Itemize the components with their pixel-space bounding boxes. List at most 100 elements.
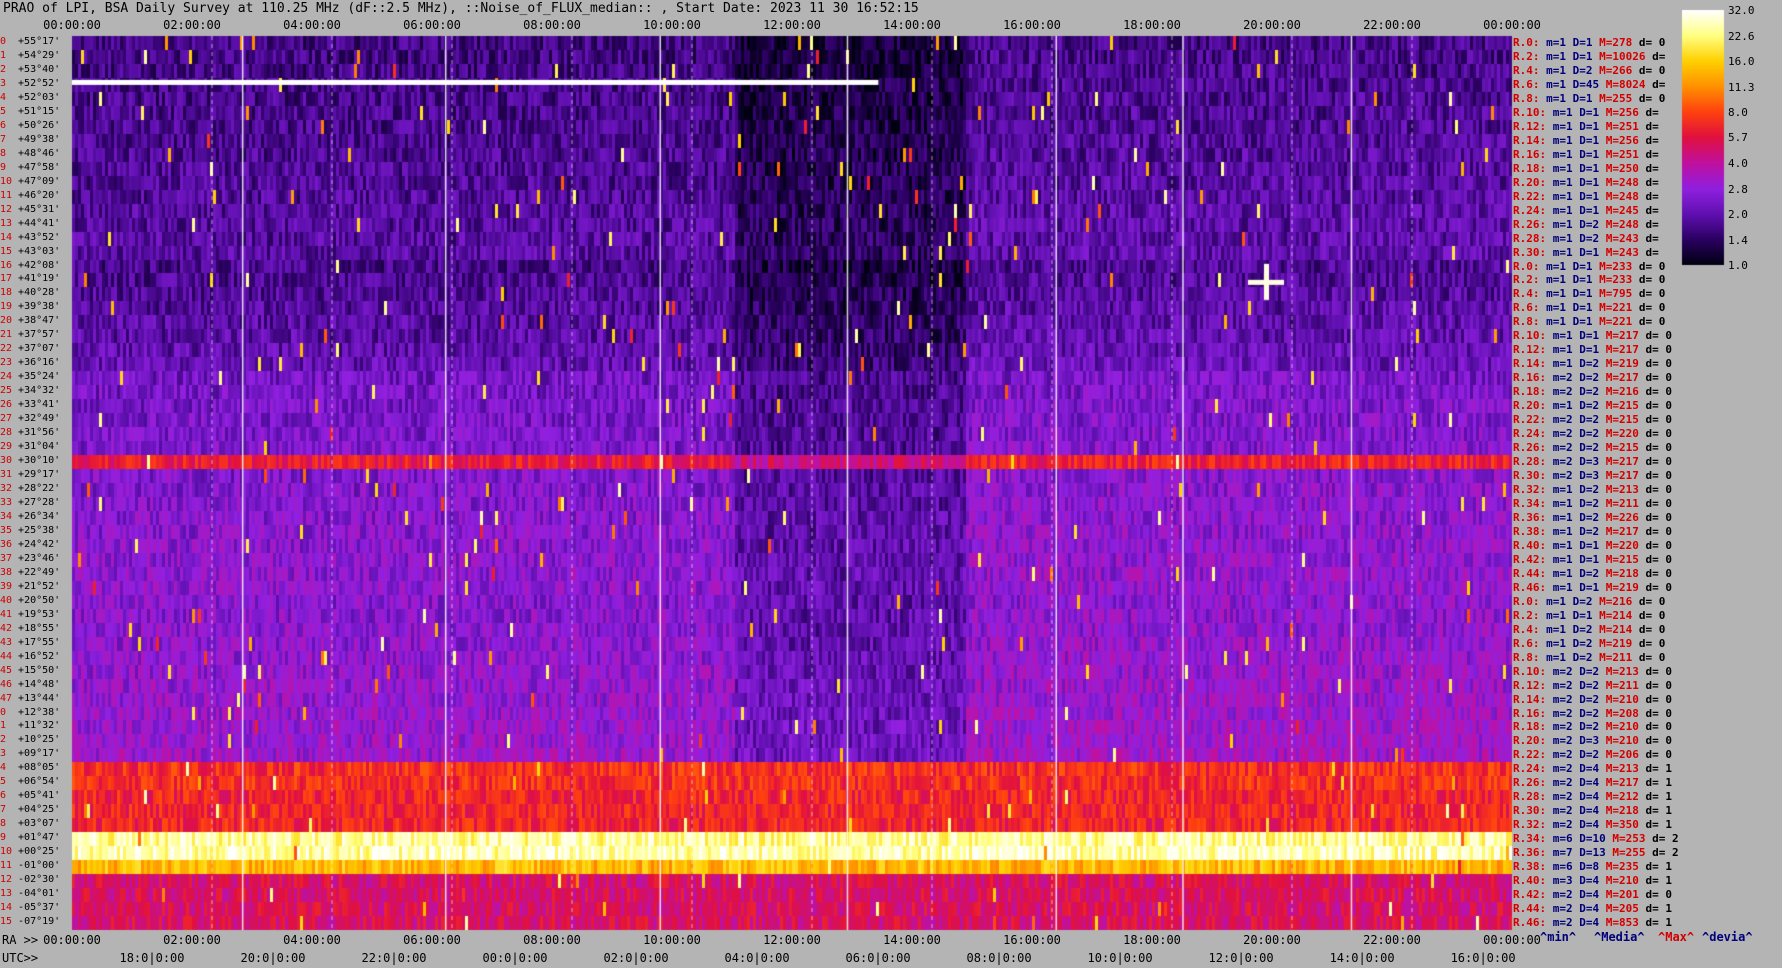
row-stat-m: m=6	[1552, 860, 1580, 874]
y-label-dec: +51°15'	[18, 105, 61, 117]
row-stat-d: D=1	[1579, 245, 1606, 259]
row-stat-r: R.34:	[1513, 832, 1553, 846]
y-label: 24 +35°24'	[0, 372, 60, 382]
row-stat-m: m=1	[1546, 273, 1573, 287]
row-stat-r: R.2:	[1513, 49, 1547, 63]
row-stat-m: m=2	[1552, 916, 1580, 930]
row-stat-v: d= 0	[1645, 483, 1673, 496]
y-label-index: 28	[0, 427, 13, 439]
row-stat-h: M=251	[1605, 147, 1646, 161]
y-label-index: 6	[0, 119, 7, 131]
y-label-index: 45	[0, 664, 13, 676]
x-top-tick: 22:00:00	[1363, 18, 1421, 32]
row-stat-r: R.38:	[1513, 524, 1553, 538]
row-stat: R.34: m=6 D=10 M=253 d= 2	[1513, 833, 1679, 844]
row-stat-v: d= 0	[1638, 91, 1666, 105]
row-stat-d: D=1	[1579, 538, 1606, 552]
row-stat: R.24: m=2 D=4 M=213 d= 1	[1513, 763, 1672, 774]
row-stat-h: M=245	[1605, 203, 1646, 217]
y-label: 4 +52°03'	[0, 92, 60, 103]
row-stat-v: d= 1	[1645, 804, 1673, 818]
row-stat-d: D=2	[1579, 231, 1606, 245]
row-stat-r: R.26:	[1513, 441, 1553, 455]
row-stat: R.4: m=1 D=2 M=214 d= 0	[1513, 624, 1665, 635]
row-stat-v: d= 2	[1652, 832, 1679, 846]
utc-tick: 02:0|0:00	[603, 951, 669, 965]
y-label-dec: +39°38'	[18, 301, 61, 313]
row-stat-h: M=255	[1599, 91, 1639, 105]
y-label-index: 7	[0, 133, 7, 145]
row-stat-d: D=4	[1579, 902, 1606, 916]
row-stat: R.28: m=2 D=3 M=217 d= 0	[1513, 456, 1672, 467]
x-top-tick: 00:00:00	[43, 18, 101, 32]
row-stat-r: R.0:	[1513, 36, 1547, 49]
y-label-dec: +15°50'	[18, 664, 61, 676]
y-label-index: 4	[0, 762, 7, 774]
ra-tick: 02:00:00	[163, 933, 221, 947]
y-label: 7 +49°38'	[0, 133, 60, 145]
row-stat-h: M=217	[1605, 343, 1646, 357]
row-stat-d: D=1	[1579, 580, 1606, 594]
row-stat-h: M=213	[1605, 483, 1646, 496]
row-stat-h: M=214	[1599, 622, 1639, 636]
y-label-dec: +17°55'	[18, 636, 61, 648]
y-label-dec: +52°52'	[18, 77, 61, 89]
row-stat-v: d= 0	[1638, 622, 1666, 636]
row-stat-v: d= 0	[1645, 566, 1673, 580]
row-stat-m: m=1	[1552, 217, 1580, 231]
row-stat-r: R.30:	[1513, 804, 1553, 818]
row-stat-h: M=211	[1599, 650, 1639, 664]
row-stat-m: m=1	[1552, 161, 1580, 175]
row-stat-v: d= 0	[1638, 259, 1666, 273]
row-stat-v: d= 0	[1638, 301, 1666, 315]
row-stat-v: d= 2	[1652, 846, 1679, 860]
y-label-dec: +33°41'	[18, 399, 61, 411]
row-stat-r: R.32:	[1513, 483, 1553, 496]
row-stat: R.30: m=2 D=4 M=218 d= 1	[1513, 805, 1672, 816]
row-stat-d: D=2	[1579, 678, 1606, 692]
row-stat-h: M=795	[1599, 287, 1639, 301]
row-stat-d: D=4	[1579, 762, 1606, 776]
y-label-dec: +01°47'	[18, 832, 61, 844]
row-stat-r: R.36:	[1513, 846, 1553, 860]
y-label-index: 0	[0, 706, 7, 718]
row-stat-r: R.14:	[1513, 133, 1553, 147]
utc-tick: 00:0|0:00	[482, 951, 548, 965]
row-stat-d: D=1	[1579, 552, 1606, 566]
row-stat-h: M=221	[1599, 301, 1639, 315]
row-stat-m: m=1	[1552, 552, 1580, 566]
row-stat: R.6: m=1 D=2 M=219 d= 0	[1513, 638, 1665, 649]
row-stat-r: R.34:	[1513, 496, 1553, 510]
row-stat-r: R.22:	[1513, 748, 1553, 762]
row-stat-m: m=1	[1552, 175, 1580, 189]
y-label-index: 9	[0, 161, 7, 173]
row-stat-v: d= 1	[1645, 762, 1673, 776]
y-label: 10 +00°25'	[0, 847, 60, 857]
row-stat-d: D=1	[1579, 161, 1606, 175]
row-stat-m: m=1	[1546, 49, 1573, 63]
y-label-index: 6	[0, 790, 7, 802]
row-stat-v: d= 0	[1645, 496, 1673, 510]
y-label: 40 +20°50'	[0, 595, 60, 606]
y-label-dec: +55°17'	[18, 36, 61, 47]
y-label-dec: +00°25'	[18, 846, 61, 858]
y-label-dec: +44°41'	[18, 217, 61, 229]
x-top-tick: 18:00:00	[1123, 18, 1181, 32]
y-label: 11 -01°00'	[0, 861, 60, 871]
row-stat: R.12: m=2 D=2 M=211 d= 0	[1513, 680, 1672, 691]
y-label-index: 14	[0, 231, 13, 243]
row-stat-v: d= 0	[1645, 455, 1673, 469]
y-label-dec: -07°19'	[18, 916, 61, 928]
y-label: 45 +15°50'	[0, 664, 61, 676]
row-stat: R.38: m=1 D=2 M=217 d= 0	[1513, 526, 1672, 537]
y-label: 16 +42°08'	[0, 260, 60, 271]
row-stat-h: M=256	[1605, 133, 1646, 147]
y-label: 39 +21°52'	[0, 581, 60, 592]
row-stat-m: m=2	[1552, 371, 1580, 385]
row-stat-d: D=1	[1579, 105, 1606, 119]
row-stat-r: R.0:	[1513, 259, 1547, 273]
y-label-dec: +09°17'	[18, 748, 61, 760]
y-label-dec: +32°49'	[18, 413, 61, 425]
y-label-index: 27	[0, 413, 13, 425]
utc-tick: 20:0|0:00	[240, 951, 306, 965]
